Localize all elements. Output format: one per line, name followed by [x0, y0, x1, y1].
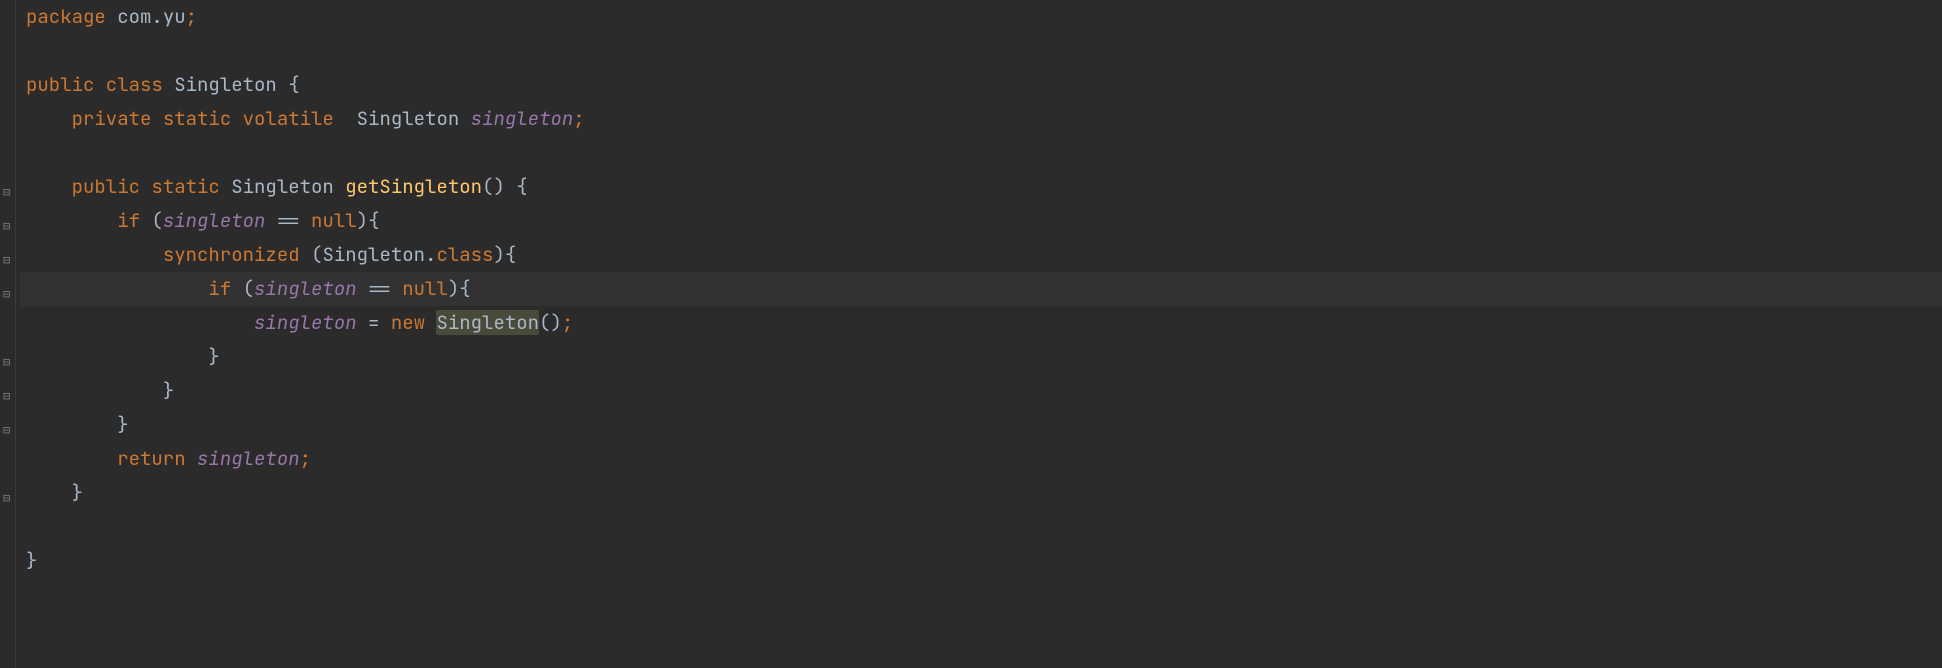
- brace: {: [505, 242, 516, 267]
- keyword-if: if: [117, 208, 140, 233]
- keyword-volatile: volatile: [231, 106, 334, 131]
- keyword-class: class: [94, 72, 162, 97]
- space: [334, 106, 357, 131]
- field-name: singleton: [471, 106, 574, 131]
- space: [300, 242, 311, 267]
- space: [186, 446, 197, 471]
- indent: [26, 208, 117, 233]
- class-name: Singleton: [322, 242, 425, 267]
- code-line[interactable]: public static Singleton getSingleton() {: [20, 170, 1942, 204]
- package-name: com.yu: [106, 4, 186, 29]
- keyword-return: return: [117, 446, 185, 471]
- indent: [26, 310, 254, 335]
- code-line[interactable]: if (singleton == null){: [20, 204, 1942, 238]
- code-line[interactable]: }: [20, 340, 1942, 374]
- code-content[interactable]: package com.yu; public class Singleton {…: [16, 0, 1942, 668]
- fold-end-icon[interactable]: ⊟: [3, 481, 10, 515]
- keyword-null: null: [402, 276, 448, 301]
- code-line[interactable]: synchronized (Singleton.class){: [20, 238, 1942, 272]
- operator: ==: [357, 276, 403, 301]
- code-line[interactable]: private static volatile Singleton single…: [20, 102, 1942, 136]
- brace: }: [163, 378, 174, 403]
- code-line[interactable]: }: [20, 374, 1942, 408]
- parens: (): [482, 174, 516, 199]
- keyword-package: package: [26, 4, 106, 29]
- brace: }: [26, 548, 37, 573]
- parens: (): [539, 310, 562, 335]
- brace: {: [288, 72, 299, 97]
- field-name: singleton: [163, 208, 266, 233]
- indent: [26, 276, 208, 301]
- paren: (: [151, 208, 162, 233]
- indent: [26, 378, 163, 403]
- keyword-static: static: [151, 106, 231, 131]
- code-line[interactable]: }: [20, 476, 1942, 510]
- paren: ): [357, 208, 368, 233]
- method-name: getSingleton: [345, 174, 482, 199]
- keyword-static: static: [140, 174, 220, 199]
- code-line[interactable]: public class Singleton {: [20, 68, 1942, 102]
- indent: [26, 242, 163, 267]
- space: [231, 276, 242, 301]
- paren: (: [311, 242, 322, 267]
- code-line[interactable]: [20, 510, 1942, 544]
- brace: }: [72, 480, 83, 505]
- semicolon: ;: [300, 446, 311, 471]
- indent: [26, 106, 72, 131]
- class-name: Singleton: [163, 72, 288, 97]
- space: [140, 208, 151, 233]
- keyword-new: new: [391, 310, 425, 335]
- indent: [26, 480, 72, 505]
- class-name-highlighted: Singleton: [436, 310, 539, 335]
- fold-end-icon[interactable]: ⊟: [3, 345, 10, 379]
- code-line-highlighted[interactable]: if (singleton == null){: [20, 272, 1942, 306]
- code-line[interactable]: }: [20, 408, 1942, 442]
- semicolon: ;: [186, 4, 197, 29]
- code-line[interactable]: return singleton;: [20, 442, 1942, 476]
- keyword-synchronized: synchronized: [163, 242, 300, 267]
- paren: ): [448, 276, 459, 301]
- operator: ==: [265, 208, 311, 233]
- indent: [26, 344, 208, 369]
- fold-marker-icon[interactable]: ⊟: [3, 243, 10, 277]
- type-name: Singleton: [220, 174, 345, 199]
- operator: =: [357, 310, 391, 335]
- paren: (: [243, 276, 254, 301]
- fold-marker-icon[interactable]: ⊟: [3, 175, 10, 209]
- indent: [26, 412, 117, 437]
- indent: [26, 174, 72, 199]
- code-editor[interactable]: ⊟ ⊟ ⊟ ⊟ ⊟ ⊟ ⊟ ⊟ package com.yu; public c…: [0, 0, 1942, 668]
- fold-marker-icon[interactable]: ⊟: [3, 277, 10, 311]
- semicolon: ;: [573, 106, 584, 131]
- field-name: singleton: [254, 276, 357, 301]
- editor-gutter: ⊟ ⊟ ⊟ ⊟ ⊟ ⊟ ⊟ ⊟: [0, 0, 16, 668]
- code-line[interactable]: [20, 136, 1942, 170]
- brace: {: [516, 174, 527, 199]
- code-line[interactable]: [20, 34, 1942, 68]
- fold-marker-icon[interactable]: ⊟: [3, 209, 10, 243]
- brace: }: [117, 412, 128, 437]
- semicolon: ;: [562, 310, 573, 335]
- dot: .: [425, 242, 436, 267]
- space: [425, 310, 436, 335]
- brace: {: [368, 208, 379, 233]
- keyword-if: if: [208, 276, 231, 301]
- field-name: singleton: [254, 310, 357, 335]
- indent: [26, 446, 117, 471]
- keyword-null: null: [311, 208, 357, 233]
- keyword-private: private: [72, 106, 152, 131]
- code-line[interactable]: package com.yu;: [20, 0, 1942, 34]
- keyword-public: public: [26, 72, 94, 97]
- keyword-class: class: [436, 242, 493, 267]
- brace: }: [208, 344, 219, 369]
- fold-end-icon[interactable]: ⊟: [3, 379, 10, 413]
- paren: ): [493, 242, 504, 267]
- code-line[interactable]: singleton = new Singleton();: [20, 306, 1942, 340]
- code-line[interactable]: }: [20, 544, 1942, 578]
- keyword-public: public: [72, 174, 140, 199]
- brace: {: [459, 276, 470, 301]
- fold-end-icon[interactable]: ⊟: [3, 413, 10, 447]
- type-name: Singleton: [357, 106, 471, 131]
- field-name: singleton: [197, 446, 300, 471]
